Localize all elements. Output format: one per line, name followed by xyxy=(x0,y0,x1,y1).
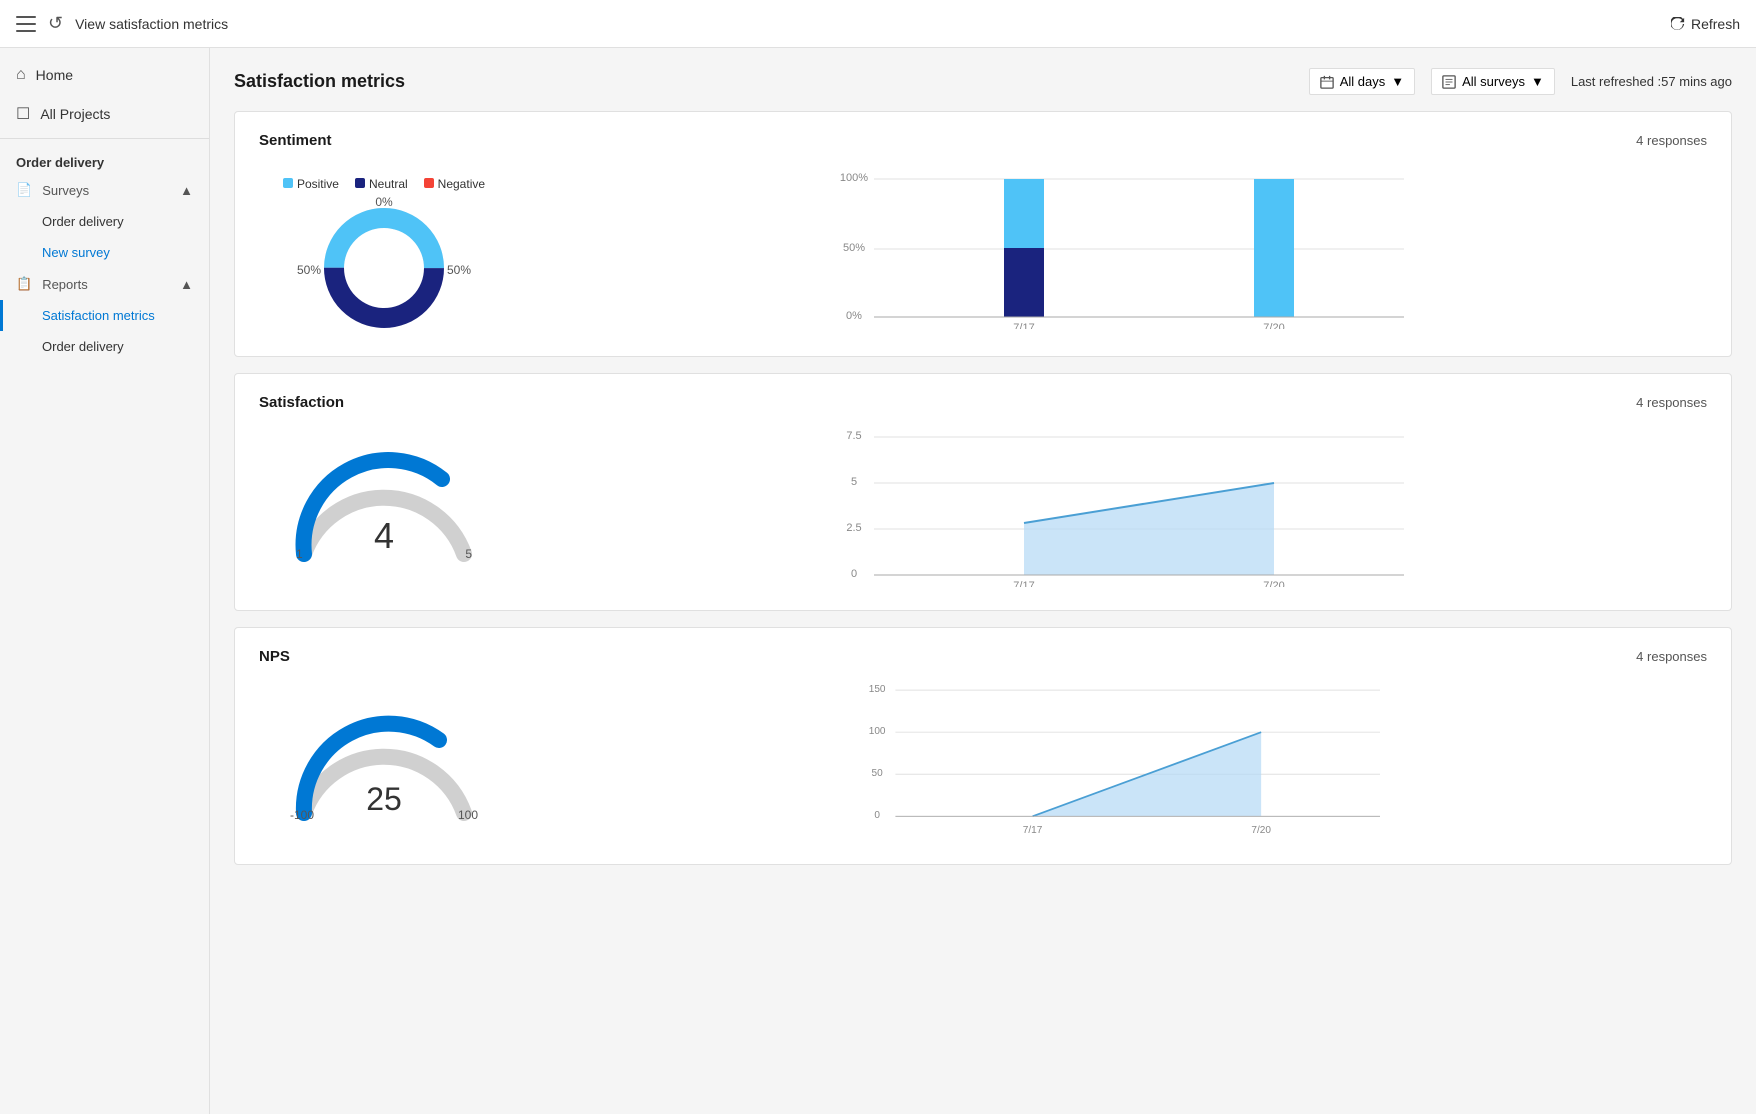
nps-gauge-wrapper: 25 -100 100 xyxy=(284,698,484,828)
refresh-icon xyxy=(1671,17,1685,31)
svg-text:7/20: 7/20 xyxy=(1263,322,1284,329)
nps-card-header: NPS 4 responses xyxy=(259,648,1707,665)
sidebar-item-satisfaction-metrics[interactable]: Satisfaction metrics xyxy=(0,300,209,331)
last-refreshed: Last refreshed :57 mins ago xyxy=(1571,74,1732,89)
sentiment-title: Sentiment xyxy=(259,132,332,149)
projects-icon: ☐ xyxy=(16,104,30,124)
home-icon: ⌂ xyxy=(16,66,26,84)
satisfaction-card-body: 4 1 5 7.5 5 2.5 0 xyxy=(259,427,1707,590)
svg-text:100: 100 xyxy=(869,726,886,737)
satisfaction-responses: 4 responses xyxy=(1636,395,1707,410)
satisfaction-title: Satisfaction xyxy=(259,394,344,411)
nps-card-body: 25 -100 100 150 100 50 0 xyxy=(259,681,1707,844)
sidebar: ⌂ Home ☐ All Projects Order delivery 📄 S… xyxy=(0,48,210,1114)
content-area: Satisfaction metrics All days ▼ All surv… xyxy=(210,48,1756,1114)
svg-text:7/20: 7/20 xyxy=(1263,580,1284,587)
svg-text:7/17: 7/17 xyxy=(1013,580,1034,587)
refresh-button[interactable]: Refresh xyxy=(1671,16,1740,32)
nps-gauge-min: -100 xyxy=(290,808,314,822)
sidebar-group-reports[interactable]: 📋 Reports ▲ xyxy=(0,268,209,300)
hamburger-menu[interactable] xyxy=(16,16,36,32)
legend-negative: Negative xyxy=(424,177,485,191)
reports-group-label: 📋 Reports xyxy=(16,276,88,292)
topbar-title: View satisfaction metrics xyxy=(75,16,228,32)
nps-area-svg: 150 100 50 0 7/17 xyxy=(541,681,1707,841)
svg-text:100%: 100% xyxy=(840,172,868,184)
surveys-chevron-icon-filter: ▼ xyxy=(1531,74,1544,89)
svg-text:7/17: 7/17 xyxy=(1013,322,1034,329)
sentiment-card: Sentiment 4 responses Positive Neutral N… xyxy=(234,111,1732,357)
satisfaction-area-chart: 7.5 5 2.5 0 xyxy=(541,427,1707,590)
sentiment-bar-svg: 100% 50% 0% xyxy=(541,169,1707,329)
topbar-left: ↺ View satisfaction metrics xyxy=(16,13,228,34)
surveys-group-label: 📄 Surveys xyxy=(16,182,89,198)
sidebar-divider xyxy=(0,138,209,139)
svg-text:2.5: 2.5 xyxy=(846,522,861,534)
legend-positive: Positive xyxy=(283,177,339,191)
main-layout: ⌂ Home ☐ All Projects Order delivery 📄 S… xyxy=(0,48,1756,1114)
sidebar-item-order-delivery-survey[interactable]: Order delivery xyxy=(0,206,209,237)
sidebar-group-surveys[interactable]: 📄 Surveys ▲ xyxy=(0,174,209,206)
svg-text:50%: 50% xyxy=(843,242,865,254)
calendar-icon xyxy=(1320,75,1334,89)
page-icon: ↺ xyxy=(48,13,63,34)
satisfaction-gauge-area: 4 1 5 xyxy=(259,449,509,569)
legend-neutral: Neutral xyxy=(355,177,408,191)
donut-label-right: 50% xyxy=(447,263,471,277)
sidebar-item-order-delivery-report[interactable]: Order delivery xyxy=(0,331,209,362)
filter-days-button[interactable]: All days ▼ xyxy=(1309,68,1415,95)
gauge-max: 5 xyxy=(465,547,472,561)
page-title: Satisfaction metrics xyxy=(234,71,405,92)
nps-responses: 4 responses xyxy=(1636,649,1707,664)
donut-chart xyxy=(319,203,449,333)
sidebar-item-new-survey[interactable]: New survey xyxy=(0,237,209,268)
svg-text:50: 50 xyxy=(872,768,884,779)
nps-gauge-area: 25 -100 100 xyxy=(259,698,509,828)
sidebar-item-home[interactable]: ⌂ Home xyxy=(0,56,209,94)
satisfaction-card-header: Satisfaction 4 responses xyxy=(259,394,1707,411)
satisfaction-card: Satisfaction 4 responses 4 1 5 xyxy=(234,373,1732,611)
content-header: Satisfaction metrics All days ▼ All surv… xyxy=(234,68,1732,95)
surveys-chevron-icon: ▲ xyxy=(180,183,193,198)
header-filters: All days ▼ All surveys ▼ Last refreshed … xyxy=(1309,68,1732,95)
sentiment-bar-chart: 100% 50% 0% xyxy=(541,169,1707,332)
filter-surveys-button[interactable]: All surveys ▼ xyxy=(1431,68,1555,95)
reports-icon: 📋 xyxy=(16,276,32,292)
nps-area-chart: 150 100 50 0 7/17 xyxy=(541,681,1707,844)
gauge-min: 1 xyxy=(296,547,303,561)
sentiment-card-body: Positive Neutral Negative 0% 50% 50% xyxy=(259,165,1707,336)
sentiment-card-header: Sentiment 4 responses xyxy=(259,132,1707,149)
satisfaction-area-svg: 7.5 5 2.5 0 xyxy=(541,427,1707,587)
sentiment-legend: Positive Neutral Negative xyxy=(283,177,485,191)
gauge-wrapper: 4 1 5 xyxy=(284,449,484,569)
svg-text:7/17: 7/17 xyxy=(1023,825,1043,836)
svg-text:0%: 0% xyxy=(846,310,862,322)
donut-label-top: 0% xyxy=(375,195,392,209)
surveys-icon: 📄 xyxy=(16,182,32,198)
svg-text:7/20: 7/20 xyxy=(1251,825,1271,836)
sentiment-responses: 4 responses xyxy=(1636,133,1707,148)
nps-title: NPS xyxy=(259,648,290,665)
sentiment-donut-area: Positive Neutral Negative 0% 50% 50% xyxy=(259,165,509,336)
svg-text:0: 0 xyxy=(874,810,880,821)
days-chevron-icon: ▼ xyxy=(1391,74,1404,89)
sidebar-section-order-delivery: Order delivery xyxy=(0,143,209,174)
svg-text:0: 0 xyxy=(851,568,857,580)
donut-wrapper: 0% 50% 50% xyxy=(319,203,449,336)
svg-text:5: 5 xyxy=(851,476,857,488)
gauge-value: 4 xyxy=(374,515,394,557)
svg-text:150: 150 xyxy=(869,684,886,695)
sidebar-item-all-projects[interactable]: ☐ All Projects xyxy=(0,94,209,134)
donut-label-left: 50% xyxy=(297,263,321,277)
nps-card: NPS 4 responses 25 -100 100 xyxy=(234,627,1732,865)
nps-gauge-max: 100 xyxy=(458,808,478,822)
topbar: ↺ View satisfaction metrics Refresh xyxy=(0,0,1756,48)
surveys-filter-icon xyxy=(1442,75,1456,89)
reports-chevron-icon: ▲ xyxy=(180,277,193,292)
nps-gauge-value: 25 xyxy=(366,781,402,818)
svg-text:7.5: 7.5 xyxy=(846,430,861,442)
